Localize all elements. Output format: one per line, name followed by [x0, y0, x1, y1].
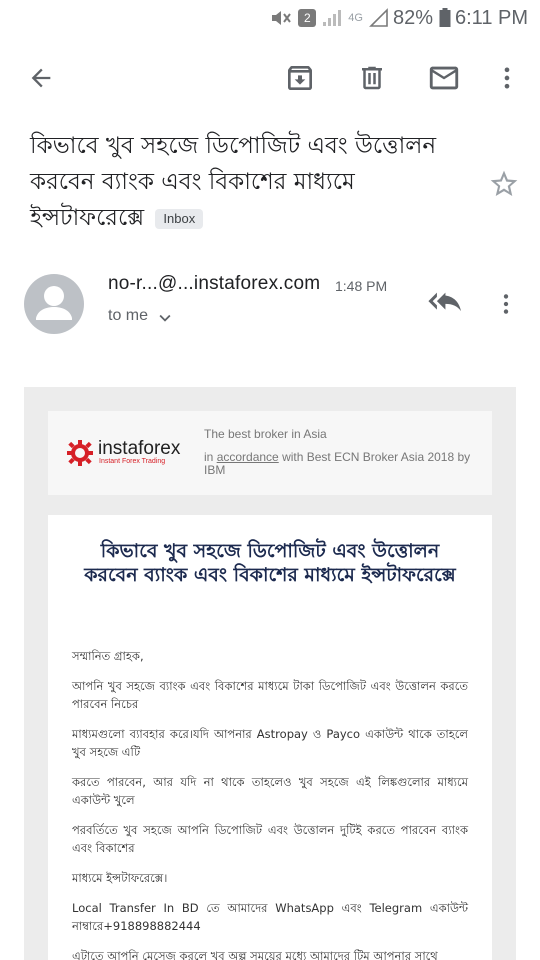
header-award-prefix: in: [204, 450, 214, 464]
email-header: instaforex Instant Forex Trading The bes…: [48, 411, 492, 495]
status-bar: 2 4G 82% 6:11 PM: [0, 0, 540, 36]
paragraph: আপনি খুব সহজে ব্যাংক এবং বিকাশের মাধ্যমে…: [72, 679, 468, 711]
network-type: 4G: [348, 12, 363, 24]
mute-icon: [270, 8, 292, 28]
signal-icon: [322, 9, 342, 27]
battery-level: 82%: [392, 6, 433, 29]
paragraph: পরবর্তিতে খুব সহজে আপনি ডিপোজিট এবং উত্ত…: [72, 823, 468, 855]
message-time: 1:48 PM: [335, 278, 388, 294]
paragraph: Local Transfer In BD তে আমাদের WhatsApp …: [72, 901, 468, 933]
message-more-button[interactable]: [490, 284, 522, 324]
sender-avatar[interactable]: [24, 274, 84, 334]
inbox-label[interactable]: Inbox: [155, 208, 204, 229]
mark-unread-button[interactable]: [420, 50, 468, 106]
paragraph: মাধ্যমে ইন্সটাফরেক্সে।: [72, 871, 168, 885]
signal-icon-2: [369, 8, 389, 28]
back-button[interactable]: [17, 50, 65, 106]
more-options-button[interactable]: [483, 50, 531, 106]
instaforex-logo[interactable]: instaforex Instant Forex Trading: [66, 439, 180, 467]
notification-badge: 2: [298, 9, 317, 27]
paragraph: এটাতে আপনি মেসেজ করলে খুব অল্প সময়ের মধ…: [72, 949, 438, 960]
star-button[interactable]: [486, 166, 522, 202]
more-vert-icon: [504, 67, 510, 89]
toolbar: [0, 50, 540, 106]
person-icon: [36, 286, 72, 320]
email-content: কিভাবে খুব সহজে ডিপোজিট এবং উত্তোলন করবে…: [48, 515, 492, 960]
paragraph: করতে পারবেন, আর যদি না থাকে তাহলেও খুব স…: [72, 775, 468, 807]
brand-tagline: Instant Forex Trading: [99, 458, 166, 465]
back-arrow-icon: [31, 68, 51, 88]
email-title: কিভাবে খুব সহজে ডিপোজিট এবং উত্তোলন করবে…: [84, 540, 456, 586]
paragraph: মাধ্যমগুলো ব্যাবহার করে।যদি আপনার Astrop…: [72, 727, 468, 759]
subject-text: কিভাবে খুব সহজে ডিপোজিট এবং উত্তোলন করবে…: [30, 133, 437, 231]
archive-button[interactable]: [276, 50, 324, 106]
sender-address[interactable]: no-r...@...instaforex.com: [108, 273, 320, 295]
recipient-label: to me: [108, 307, 149, 324]
mark-unread-icon: [429, 66, 459, 90]
email-body: instaforex Instant Forex Trading The bes…: [24, 387, 516, 960]
brand-name: instaforex: [98, 438, 181, 459]
delete-icon: [362, 66, 382, 90]
battery-icon: [439, 8, 451, 28]
clock: 6:11 PM: [455, 6, 528, 29]
recipient-details-toggle[interactable]: to me: [108, 303, 176, 329]
accordance-link[interactable]: accordance: [217, 450, 279, 464]
more-vert-icon: [503, 294, 509, 314]
instaforex-logo-icon: [67, 440, 93, 466]
chevron-down-icon: [159, 314, 171, 322]
email-subject: কিভাবে খুব সহজে ডিপোজিট এবং উত্তোলন করবে…: [30, 128, 460, 236]
delete-button[interactable]: [348, 50, 396, 106]
reply-all-button[interactable]: [424, 284, 464, 324]
header-tagline: The best broker in Asia: [204, 427, 327, 441]
reply-all-icon: [428, 292, 461, 312]
star-icon: [490, 170, 518, 196]
archive-icon: [288, 66, 312, 90]
header-award: in accordance with Best ECN Broker Asia …: [204, 451, 474, 477]
paragraph-greeting: সম্মানিত গ্রাহক,: [72, 649, 144, 663]
